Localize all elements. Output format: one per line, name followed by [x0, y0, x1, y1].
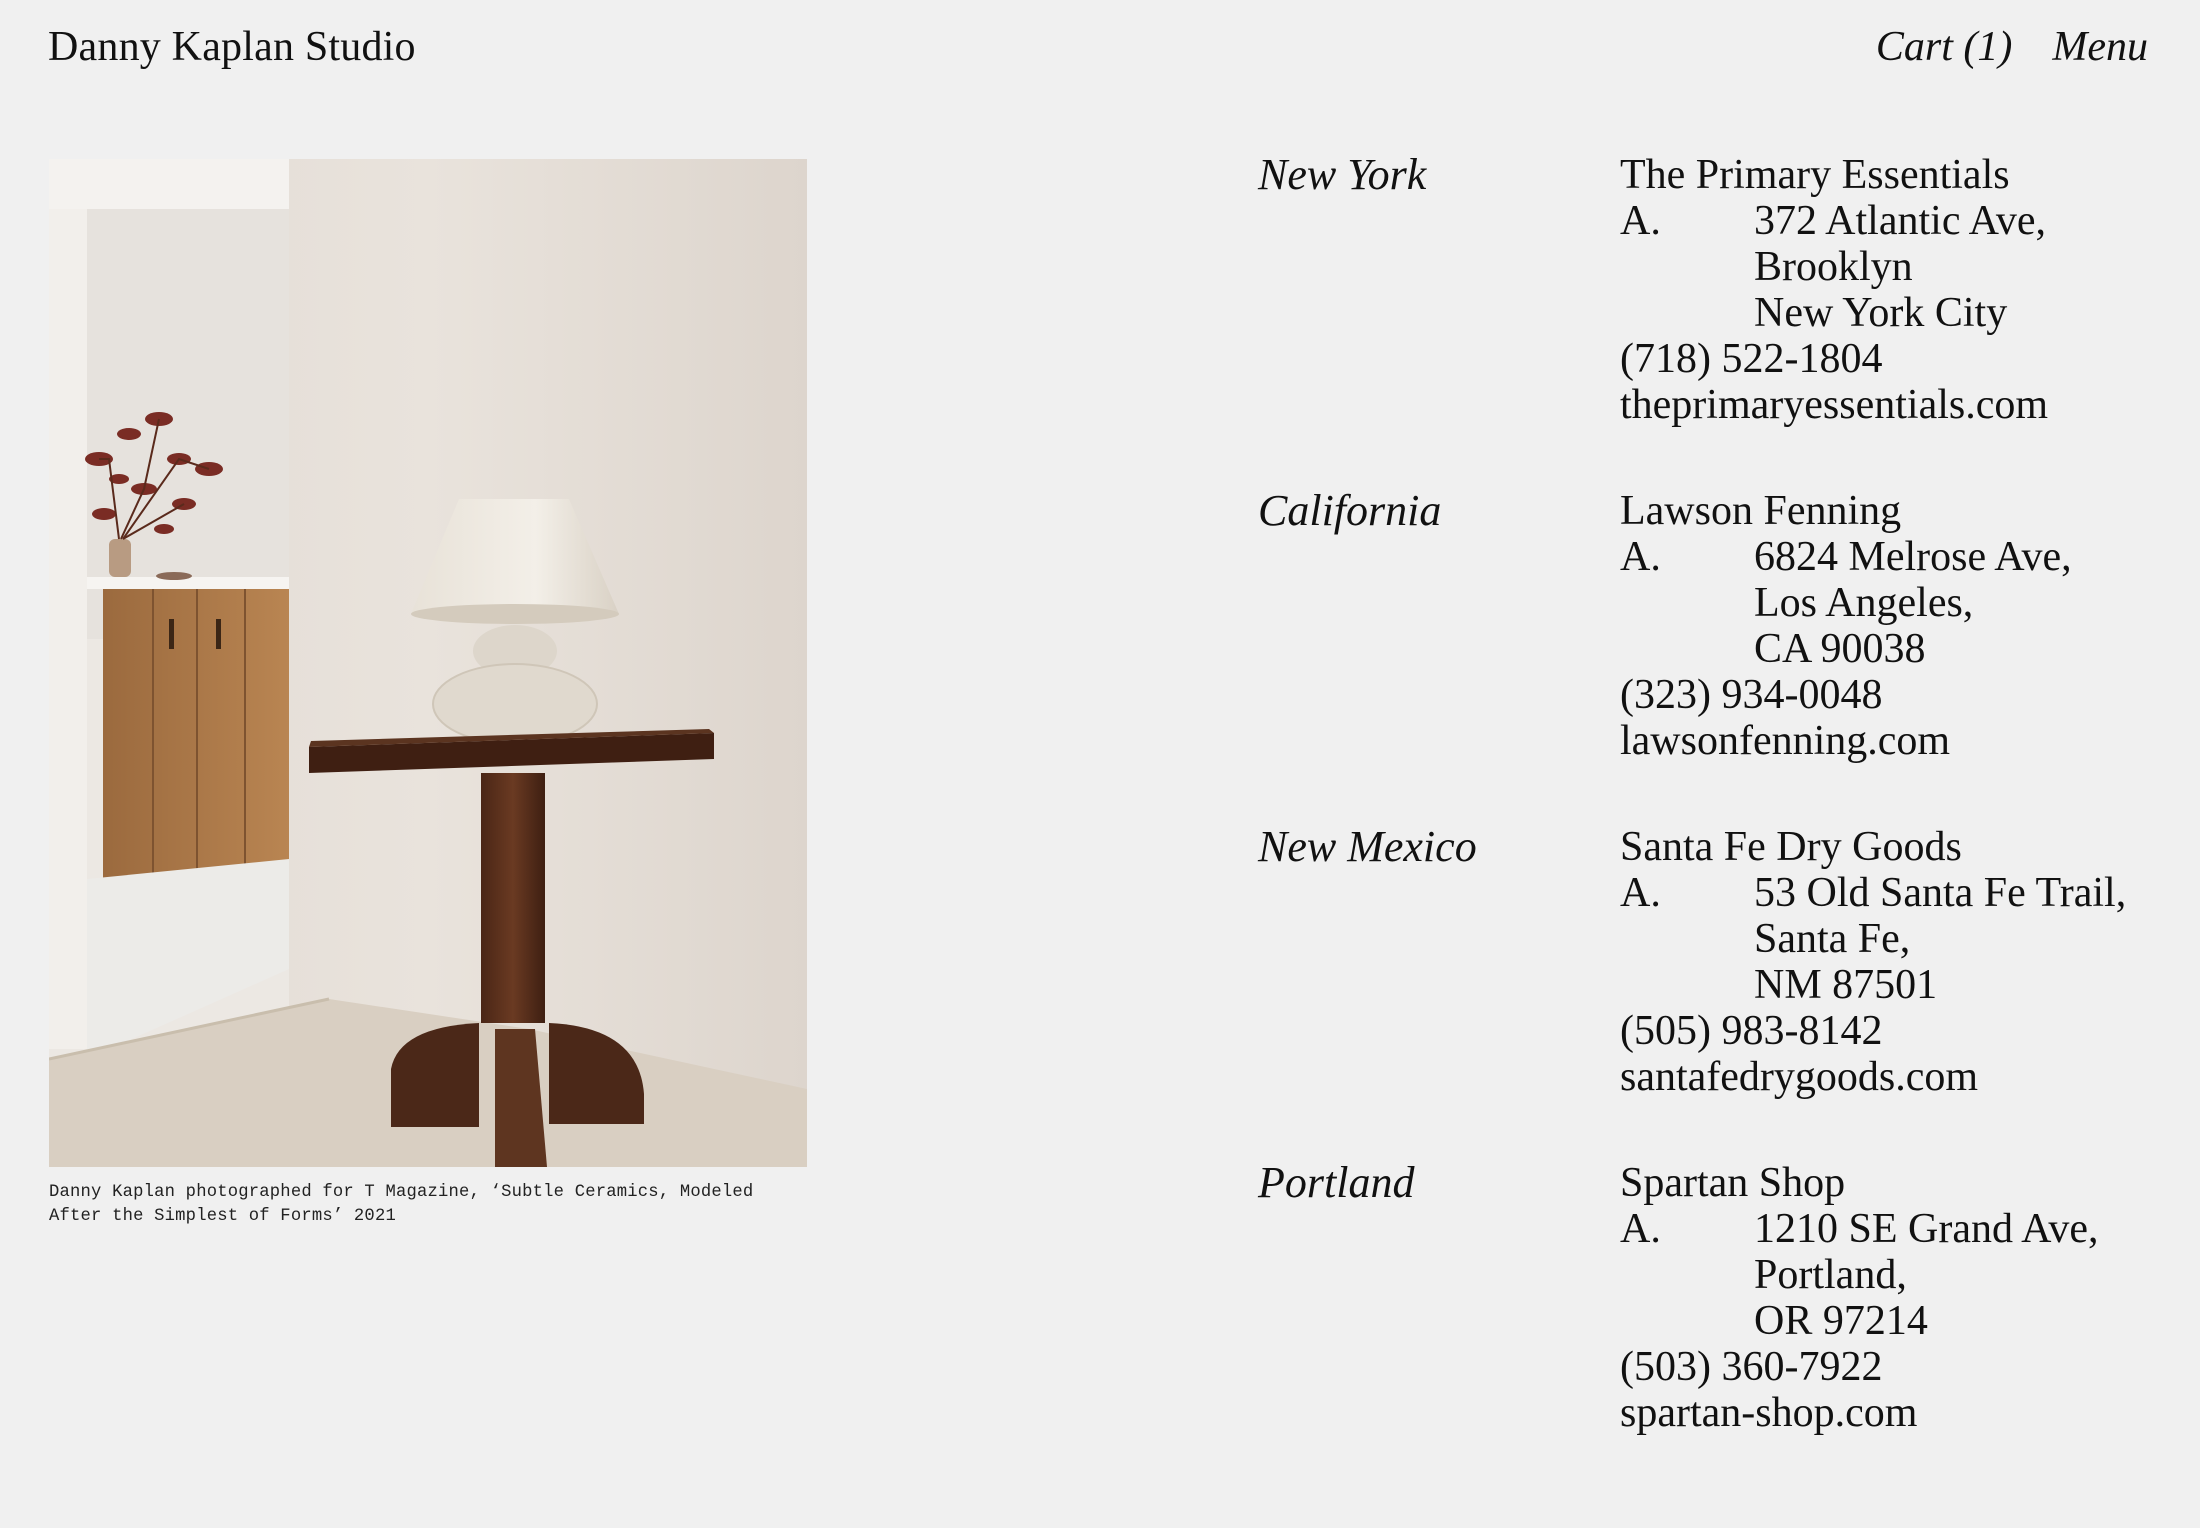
store-website-link[interactable]: theprimaryessentials.com	[1620, 382, 2048, 428]
address-label: A.	[1620, 1206, 1661, 1252]
caption-line: After the Simplest of Forms’ 2021	[49, 1207, 396, 1226]
stockist-info: Spartan Shop A. 1210 SE Grand Ave, Portl…	[1620, 1160, 2099, 1436]
stockist-info: Santa Fe Dry Goods A. 53 Old Santa Fe Tr…	[1620, 824, 2126, 1100]
address-line: Portland,	[1754, 1252, 1907, 1298]
store-phone-link[interactable]: (323) 934-0048	[1620, 672, 1882, 718]
stockist-california: California Lawson Fenning A. 6824 Melros…	[1258, 488, 2158, 824]
address-label: A.	[1620, 534, 1661, 580]
stockist-new-mexico: New Mexico Santa Fe Dry Goods A. 53 Old …	[1258, 824, 2158, 1160]
store-phone-link[interactable]: (718) 522-1804	[1620, 336, 1882, 382]
address-line: Los Angeles,	[1754, 580, 1974, 626]
stockists-list: New York The Primary Essentials A. 372 A…	[1258, 152, 2158, 1496]
lamp-photograph	[49, 159, 807, 1167]
store-address: A. 1210 SE Grand Ave, Portland, OR 97214	[1620, 1206, 2099, 1344]
store-phone-link[interactable]: (505) 983-8142	[1620, 1008, 1882, 1054]
address-line: 53 Old Santa Fe Trail,	[1754, 870, 2127, 916]
stockist-info: The Primary Essentials A. 372 Atlantic A…	[1620, 152, 2048, 428]
region-heading: New York	[1258, 150, 1427, 199]
store-website-link[interactable]: lawsonfenning.com	[1620, 718, 1950, 764]
address-line: New York City	[1754, 290, 2008, 336]
stockist-info: Lawson Fenning A. 6824 Melrose Ave, Los …	[1620, 488, 2072, 764]
photo-caption: Danny Kaplan photographed for T Magazine…	[49, 1181, 819, 1229]
store-name: The Primary Essentials	[1620, 152, 2010, 198]
address-line: 372 Atlantic Ave,	[1754, 198, 2047, 244]
store-address: A. 372 Atlantic Ave, Brooklyn New York C…	[1620, 198, 2048, 336]
region-heading: Portland	[1258, 1158, 1415, 1207]
store-name: Santa Fe Dry Goods	[1620, 824, 1962, 870]
address-label: A.	[1620, 198, 1661, 244]
brand-logo-link[interactable]: Danny Kaplan Studio	[48, 22, 416, 72]
stockist-portland: Portland Spartan Shop A. 1210 SE Grand A…	[1258, 1160, 2158, 1496]
cart-link[interactable]: Cart (1)	[1876, 22, 2013, 72]
store-website-link[interactable]: santafedrygoods.com	[1620, 1054, 1978, 1100]
address-line: Brooklyn	[1754, 244, 1913, 290]
address-line: NM 87501	[1754, 962, 1938, 1008]
store-phone-link[interactable]: (503) 360-7922	[1620, 1344, 1882, 1390]
store-website-link[interactable]: spartan-shop.com	[1620, 1390, 1917, 1436]
address-line: OR 97214	[1754, 1298, 1928, 1344]
address-line: 6824 Melrose Ave,	[1754, 534, 2072, 580]
address-label: A.	[1620, 870, 1661, 916]
menu-button[interactable]: Menu	[2052, 22, 2148, 72]
store-address: A. 53 Old Santa Fe Trail, Santa Fe, NM 8…	[1620, 870, 2126, 1008]
address-line: CA 90038	[1754, 626, 1926, 672]
stockist-new-york: New York The Primary Essentials A. 372 A…	[1258, 152, 2158, 488]
store-name: Spartan Shop	[1620, 1160, 1846, 1206]
top-navigation: Cart (1) Menu	[1876, 22, 2148, 72]
address-line: 1210 SE Grand Ave,	[1754, 1206, 2099, 1252]
region-heading: California	[1258, 486, 1442, 535]
store-address: A. 6824 Melrose Ave, Los Angeles, CA 900…	[1620, 534, 2072, 672]
caption-line: Danny Kaplan photographed for T Magazine…	[49, 1183, 754, 1202]
address-line: Santa Fe,	[1754, 916, 1911, 962]
store-name: Lawson Fenning	[1620, 488, 1902, 534]
region-heading: New Mexico	[1258, 822, 1477, 871]
